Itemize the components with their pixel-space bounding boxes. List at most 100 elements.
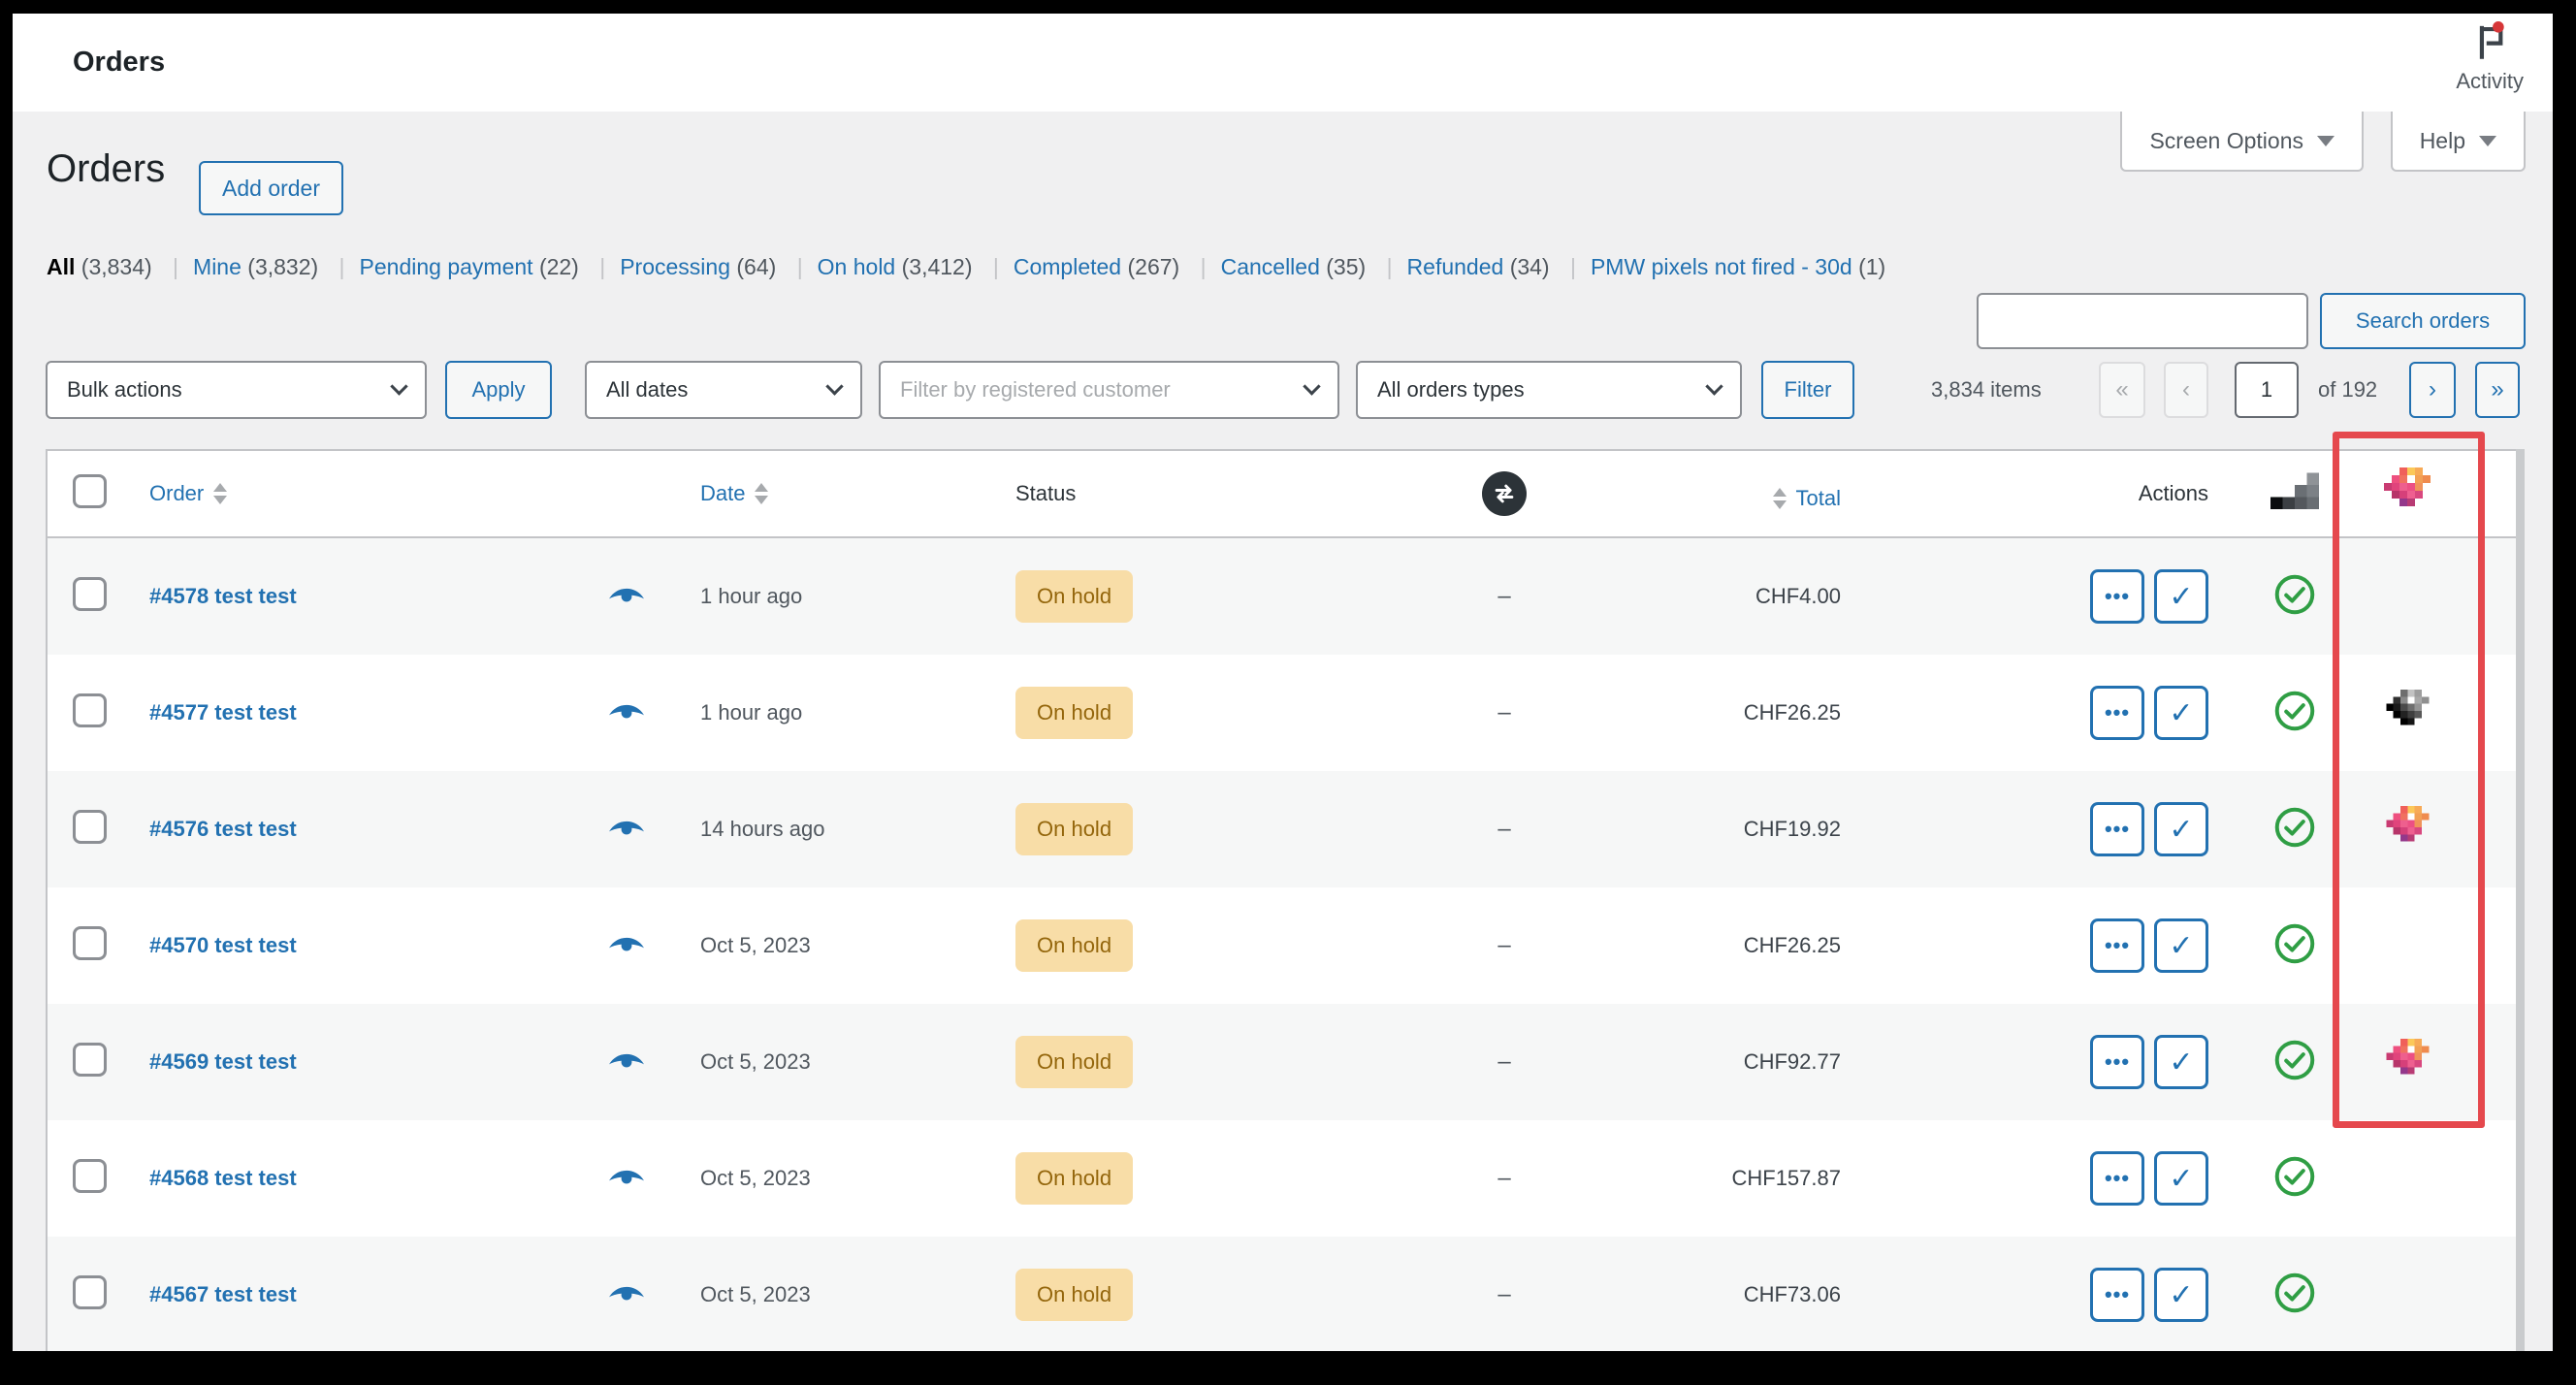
filter-view-link[interactable]: Mine: [193, 254, 242, 279]
order-link[interactable]: #4568 test test: [149, 1166, 297, 1190]
select-all-checkbox[interactable]: [73, 473, 107, 508]
prev-page-button[interactable]: ‹: [2164, 362, 2208, 418]
row-checkbox[interactable]: [73, 693, 107, 727]
activity-menu[interactable]: Activity: [2456, 21, 2524, 94]
preview-eye-icon[interactable]: [607, 1280, 646, 1310]
chevron-down-icon: [2479, 135, 2496, 146]
pixel-fired-check-icon: [2273, 1039, 2316, 1086]
apply-button[interactable]: Apply: [445, 361, 552, 419]
pixel-fired-check-icon: [2273, 1155, 2316, 1203]
preview-eye-icon[interactable]: [607, 1164, 646, 1194]
dates-value: All dates: [606, 377, 689, 402]
order-preview-button[interactable]: •••: [2090, 686, 2144, 740]
help-label: Help: [2419, 127, 2465, 153]
order-link[interactable]: #4577 test test: [149, 700, 297, 725]
ellipsis-icon: •••: [2104, 817, 2131, 841]
sort-by-order-header[interactable]: Order: [149, 481, 228, 506]
filter-view-count: (1): [1858, 254, 1886, 279]
recurring-value: –: [1497, 1281, 1511, 1307]
filter-view-link[interactable]: Cancelled: [1221, 254, 1320, 279]
filter-view-link[interactable]: Processing: [620, 254, 730, 279]
check-icon: ✓: [2169, 1278, 2194, 1311]
status-badge: On hold: [1015, 1152, 1134, 1205]
total-pages-label: of 192: [2318, 377, 2378, 402]
table-row: #4576 test test 14 hours ago On hold – C…: [48, 771, 2523, 887]
complete-order-button[interactable]: ✓: [2154, 569, 2208, 624]
order-preview-button[interactable]: •••: [2090, 569, 2144, 624]
preview-eye-icon[interactable]: [607, 931, 646, 961]
add-order-button[interactable]: Add order: [199, 161, 344, 215]
screen-options-label: Screen Options: [2149, 127, 2303, 153]
complete-order-button[interactable]: ✓: [2154, 686, 2208, 740]
order-link[interactable]: #4576 test test: [149, 817, 297, 841]
bulk-actions-select[interactable]: Bulk actions: [46, 361, 427, 419]
row-checkbox[interactable]: [73, 926, 107, 960]
preview-eye-icon[interactable]: [607, 698, 646, 728]
dates-filter-select[interactable]: All dates: [585, 361, 862, 419]
filter-button[interactable]: Filter: [1761, 361, 1854, 419]
order-preview-button[interactable]: •••: [2090, 1035, 2144, 1089]
preview-eye-icon[interactable]: [607, 582, 646, 612]
order-preview-button[interactable]: •••: [2090, 802, 2144, 856]
page-title: Orders: [47, 147, 166, 190]
filter-view-link[interactable]: Completed: [1014, 254, 1121, 279]
order-preview-button[interactable]: •••: [2090, 918, 2144, 973]
row-checkbox[interactable]: [73, 1043, 107, 1077]
complete-order-button[interactable]: ✓: [2154, 1268, 2208, 1322]
chevron-down-icon: [2317, 135, 2334, 146]
recurring-value: –: [1497, 816, 1511, 842]
preview-eye-icon[interactable]: [607, 815, 646, 845]
admin-bar: Orders Activity: [13, 14, 2553, 112]
filter-view-link[interactable]: Pending payment: [360, 254, 533, 279]
customer-filter-select[interactable]: Filter by registered customer: [879, 361, 1339, 419]
next-page-button[interactable]: ›: [2409, 362, 2456, 418]
table-row: #4578 test test 1 hour ago On hold – CHF…: [48, 538, 2523, 655]
preview-eye-icon[interactable]: [607, 1047, 646, 1078]
filter-view-link[interactable]: Refunded: [1407, 254, 1504, 279]
chevron-down-icon: [1303, 377, 1321, 396]
status-filter-view: Pending payment (22): [325, 254, 579, 279]
complete-order-button[interactable]: ✓: [2154, 1035, 2208, 1089]
order-types-select[interactable]: All orders types: [1356, 361, 1742, 419]
last-page-button[interactable]: »: [2475, 362, 2520, 418]
order-link[interactable]: #4578 test test: [149, 584, 297, 608]
complete-order-button[interactable]: ✓: [2154, 1151, 2208, 1206]
status-badge: On hold: [1015, 1036, 1134, 1088]
row-checkbox[interactable]: [73, 577, 107, 611]
complete-order-button[interactable]: ✓: [2154, 918, 2208, 973]
search-input[interactable]: [1977, 293, 2308, 349]
filter-view-count: (64): [736, 254, 777, 279]
help-tab[interactable]: Help: [2390, 112, 2526, 172]
order-link[interactable]: #4567 test test: [149, 1282, 297, 1306]
filter-view-link[interactable]: All: [47, 254, 75, 279]
recurring-value: –: [1497, 583, 1511, 609]
recurring-value: –: [1497, 932, 1511, 958]
search-orders-button[interactable]: Search orders: [2320, 293, 2526, 349]
row-checkbox[interactable]: [73, 810, 107, 844]
table-scrollbar[interactable]: [2516, 449, 2525, 1351]
first-page-button[interactable]: «: [2099, 362, 2145, 418]
filter-view-count: (267): [1127, 254, 1180, 279]
order-date: Oct 5, 2023: [700, 1049, 811, 1074]
sort-by-total-header[interactable]: Total: [1772, 486, 1841, 511]
filter-view-link[interactable]: PMW pixels not fired - 30d: [1591, 254, 1852, 279]
filter-view-link[interactable]: On hold: [818, 254, 896, 279]
recurring-column-icon: [1482, 471, 1527, 516]
row-checkbox[interactable]: [73, 1275, 107, 1309]
admin-bar-title: Orders: [73, 47, 166, 78]
customer-filter-placeholder: Filter by registered customer: [900, 377, 1171, 402]
complete-order-button[interactable]: ✓: [2154, 802, 2208, 856]
order-link[interactable]: #4569 test test: [149, 1049, 297, 1074]
status-badge: On hold: [1015, 803, 1134, 855]
ellipsis-icon: •••: [2104, 584, 2131, 608]
row-checkbox[interactable]: [73, 1159, 107, 1193]
order-preview-button[interactable]: •••: [2090, 1151, 2144, 1206]
current-page-input[interactable]: [2235, 362, 2299, 418]
check-icon: ✓: [2169, 1046, 2194, 1079]
screen-options-tab[interactable]: Screen Options: [2120, 112, 2364, 172]
sort-by-date-header[interactable]: Date: [700, 481, 769, 506]
table-header-row: Order Date Status Total Actions: [48, 451, 2523, 538]
order-link[interactable]: #4570 test test: [149, 933, 297, 957]
order-preview-button[interactable]: •••: [2090, 1268, 2144, 1322]
order-total: CHF19.92: [1743, 817, 1841, 841]
